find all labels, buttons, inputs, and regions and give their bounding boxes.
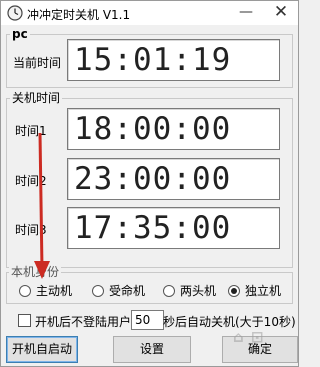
auto-shutdown-suffix: 秒后自动关机(大于10秒) xyxy=(163,315,296,329)
radio-dot[interactable] xyxy=(19,285,31,297)
time1-input[interactable]: 18:00:00 xyxy=(67,108,280,150)
radio-label: 独立机 xyxy=(245,284,282,298)
radio-standalone-machine[interactable]: 独立机 xyxy=(228,284,281,298)
radio-receiver-machine[interactable]: 受命机 xyxy=(92,284,145,298)
app-window: 冲冲定时关机 V1.1 — ✕ pc 当前时间 15:01:19 关机时间 时间… xyxy=(0,0,299,367)
radio-both-machine[interactable]: 两头机 xyxy=(163,284,216,298)
radio-active-machine[interactable]: 主动机 xyxy=(19,284,72,298)
auto-shutdown-prefix: 开机后不登陆用户 xyxy=(35,315,132,329)
autostart-button[interactable]: 开机自启动 xyxy=(6,336,78,363)
radio-label: 主动机 xyxy=(36,284,73,298)
close-button[interactable]: ✕ xyxy=(264,1,298,25)
current-time-display: 15:01:19 xyxy=(67,39,280,81)
annotation-arrow-icon xyxy=(34,132,50,279)
pc-group-label: pc xyxy=(10,27,30,41)
radio-label: 两头机 xyxy=(180,284,217,298)
settings-button[interactable]: 设置 xyxy=(113,336,191,363)
auto-shutdown-checkbox[interactable] xyxy=(18,314,31,327)
current-time-label: 当前时间 xyxy=(13,56,62,70)
clock-icon xyxy=(7,5,23,21)
radio-dot[interactable] xyxy=(163,285,175,297)
time3-input[interactable]: 17:35:00 xyxy=(67,207,280,249)
radio-dot-selected[interactable] xyxy=(228,285,240,297)
radio-dot[interactable] xyxy=(92,285,104,297)
minimize-button[interactable]: — xyxy=(229,1,263,25)
window-title: 冲冲定时关机 V1.1 xyxy=(27,8,131,22)
time2-input[interactable]: 23:00:00 xyxy=(67,158,280,200)
watermark-logo: ⌂ ⊡ xyxy=(233,328,265,346)
radio-label: 受命机 xyxy=(109,284,146,298)
auto-shutdown-seconds-input[interactable]: 50 xyxy=(131,310,164,330)
title-bar: 冲冲定时关机 V1.1 — ✕ xyxy=(1,1,298,25)
shutdown-time-group-label: 关机时间 xyxy=(10,91,63,105)
